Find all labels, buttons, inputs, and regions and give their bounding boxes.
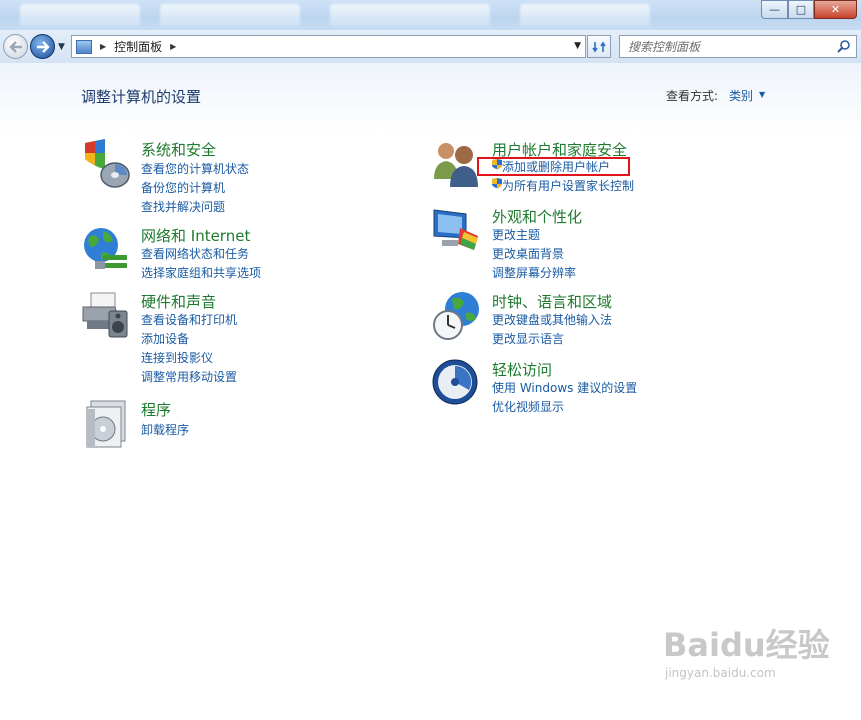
link-parental-controls[interactable]: 为所有用户设置家长控制 (502, 177, 634, 194)
breadcrumb-control-panel[interactable]: 控制面板 (114, 38, 162, 55)
link-homegroup-sharing[interactable]: 选择家庭组和共享选项 (141, 264, 261, 281)
view-by-label: 查看方式: (666, 89, 719, 103)
category-title-clock-language[interactable]: 时钟、语言和区域 (492, 291, 612, 312)
forward-button[interactable] (30, 34, 55, 59)
network-globe-icon (84, 228, 127, 269)
link-view-computer-status[interactable]: 查看您的计算机状态 (141, 160, 249, 177)
category-title-hardware-sound[interactable]: 硬件和声音 (141, 291, 216, 312)
link-keyboard-input[interactable]: 更改键盘或其他输入法 (492, 311, 612, 328)
link-windows-recommended-settings[interactable]: 使用 Windows 建议的设置 (492, 379, 637, 396)
recent-pages-dropdown[interactable]: ▼ (58, 42, 65, 52)
search-box[interactable]: 搜索控制面板 (619, 35, 857, 58)
category-title-appearance[interactable]: 外观和个性化 (492, 206, 582, 227)
refresh-icon (592, 41, 606, 52)
link-mobility-settings[interactable]: 调整常用移动设置 (141, 368, 237, 385)
monitor-palette-icon (433, 209, 478, 250)
category-title-ease-of-access[interactable]: 轻松访问 (492, 359, 552, 380)
category-title-network-internet[interactable]: 网络和 Internet (141, 225, 250, 246)
chevron-down-icon[interactable]: ▼ (759, 90, 765, 99)
watermark-url: jingyan.baidu.com (665, 666, 776, 680)
link-view-network-status[interactable]: 查看网络状态和任务 (141, 245, 249, 262)
link-change-theme[interactable]: 更改主题 (492, 226, 540, 243)
baidu-watermark: Baidu经验 jingyan.baidu.com (663, 620, 830, 680)
close-button[interactable]: ✕ (814, 0, 857, 19)
address-bar[interactable]: ▶ 控制面板 ▶ ▼ (71, 35, 586, 58)
category-title-system-security[interactable]: 系统和安全 (141, 139, 216, 160)
link-add-device[interactable]: 添加设备 (141, 330, 189, 347)
link-uninstall-program[interactable]: 卸载程序 (141, 421, 189, 438)
control-panel-content: 调整计算机的设置 查看方式: 类别 ▼ 系统和安全 查看您的计算机状态 备份您的… (0, 63, 861, 720)
link-find-fix-problems[interactable]: 查找并解决问题 (141, 198, 225, 215)
users-icon (434, 143, 478, 187)
link-desktop-background[interactable]: 更改桌面背景 (492, 245, 564, 262)
link-optimize-visual-display[interactable]: 优化视频显示 (492, 398, 564, 415)
ease-of-access-icon (432, 359, 478, 405)
view-by-dropdown[interactable]: 类别 (729, 87, 753, 104)
page-title: 调整计算机的设置 (81, 88, 202, 106)
navigation-bar: ▼ ▶ 控制面板 ▶ ▼ 搜索控制面板 (0, 30, 861, 63)
link-screen-resolution[interactable]: 调整屏幕分辨率 (492, 264, 576, 281)
maximize-button[interactable]: □ (788, 0, 814, 19)
link-backup-computer[interactable]: 备份您的计算机 (141, 179, 225, 196)
back-arrow-icon (8, 40, 22, 53)
link-devices-printers[interactable]: 查看设备和打印机 (141, 311, 237, 328)
breadcrumb-chevron-icon[interactable]: ▶ (100, 42, 106, 51)
minimize-button[interactable]: — (761, 0, 788, 19)
link-connect-projector[interactable]: 连接到投影仪 (141, 349, 213, 366)
shield-pc-icon (85, 139, 130, 188)
category-title-programs[interactable]: 程序 (141, 399, 171, 420)
background-tab (330, 4, 490, 26)
search-icon[interactable] (837, 39, 851, 53)
background-tab (160, 4, 300, 26)
background-tab (520, 4, 650, 26)
back-button[interactable] (3, 34, 28, 59)
refresh-button[interactable] (587, 35, 611, 58)
title-bar: — □ ✕ (0, 0, 861, 30)
link-display-language[interactable]: 更改显示语言 (492, 330, 564, 347)
clock-globe-icon (433, 292, 479, 340)
programs-disc-icon (86, 400, 126, 448)
control-panel-icon (76, 39, 92, 54)
address-dropdown-icon[interactable]: ▼ (574, 41, 581, 51)
search-input[interactable]: 搜索控制面板 (628, 38, 700, 55)
background-tab (20, 4, 140, 26)
printer-speaker-icon (82, 292, 128, 338)
breadcrumb-chevron-icon[interactable]: ▶ (170, 42, 176, 51)
highlight-annotation-box (477, 157, 630, 176)
watermark-logo: Baidu经验 (663, 626, 830, 664)
forward-arrow-icon (36, 40, 50, 53)
